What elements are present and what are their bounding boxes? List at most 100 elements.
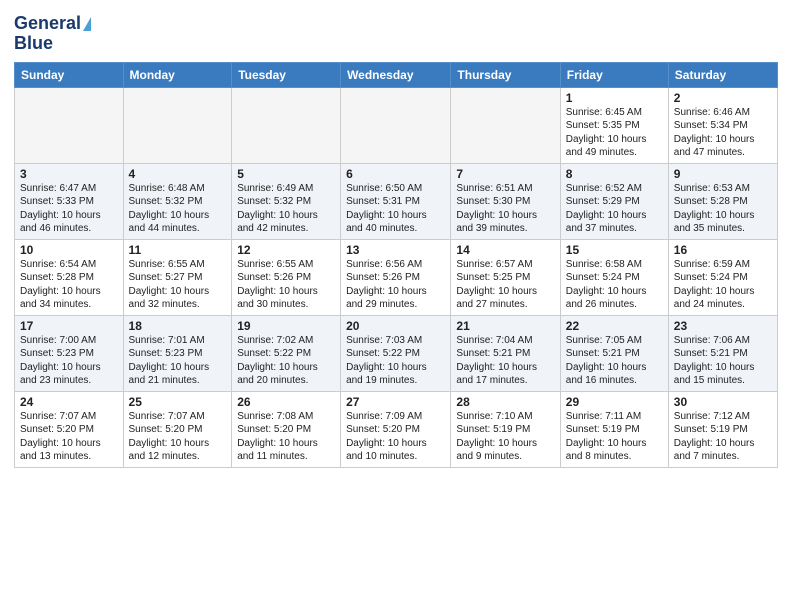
calendar-cell: 23Sunrise: 7:06 AMSunset: 5:21 PMDayligh… xyxy=(668,315,777,391)
day-info: Sunrise: 7:00 AMSunset: 5:23 PMDaylight:… xyxy=(20,334,118,388)
calendar-cell: 6Sunrise: 6:50 AMSunset: 5:31 PMDaylight… xyxy=(341,163,451,239)
day-number: 11 xyxy=(129,243,227,257)
calendar-cell: 11Sunrise: 6:55 AMSunset: 5:27 PMDayligh… xyxy=(123,239,232,315)
calendar-week-row: 17Sunrise: 7:00 AMSunset: 5:23 PMDayligh… xyxy=(15,315,778,391)
day-info: Sunrise: 6:50 AMSunset: 5:31 PMDaylight:… xyxy=(346,182,445,236)
day-number: 20 xyxy=(346,319,445,333)
day-info: Sunrise: 6:48 AMSunset: 5:32 PMDaylight:… xyxy=(129,182,227,236)
calendar-cell xyxy=(451,87,560,163)
calendar-cell xyxy=(232,87,341,163)
logo-text-blue: Blue xyxy=(14,34,53,54)
calendar-cell: 21Sunrise: 7:04 AMSunset: 5:21 PMDayligh… xyxy=(451,315,560,391)
day-number: 17 xyxy=(20,319,118,333)
day-info: Sunrise: 7:01 AMSunset: 5:23 PMDaylight:… xyxy=(129,334,227,388)
weekday-header-tuesday: Tuesday xyxy=(232,62,341,87)
day-number: 4 xyxy=(129,167,227,181)
day-number: 14 xyxy=(456,243,554,257)
logo-text-general: General xyxy=(14,14,81,34)
weekday-header-monday: Monday xyxy=(123,62,232,87)
day-info: Sunrise: 7:07 AMSunset: 5:20 PMDaylight:… xyxy=(20,410,118,464)
header: General Blue xyxy=(14,10,778,54)
day-info: Sunrise: 7:02 AMSunset: 5:22 PMDaylight:… xyxy=(237,334,335,388)
calendar-cell: 10Sunrise: 6:54 AMSunset: 5:28 PMDayligh… xyxy=(15,239,124,315)
day-number: 12 xyxy=(237,243,335,257)
day-number: 10 xyxy=(20,243,118,257)
weekday-header-thursday: Thursday xyxy=(451,62,560,87)
day-number: 13 xyxy=(346,243,445,257)
day-info: Sunrise: 6:55 AMSunset: 5:26 PMDaylight:… xyxy=(237,258,335,312)
day-number: 21 xyxy=(456,319,554,333)
calendar-cell: 15Sunrise: 6:58 AMSunset: 5:24 PMDayligh… xyxy=(560,239,668,315)
day-info: Sunrise: 6:45 AMSunset: 5:35 PMDaylight:… xyxy=(566,106,663,160)
day-number: 9 xyxy=(674,167,772,181)
calendar-cell: 1Sunrise: 6:45 AMSunset: 5:35 PMDaylight… xyxy=(560,87,668,163)
calendar-cell: 29Sunrise: 7:11 AMSunset: 5:19 PMDayligh… xyxy=(560,391,668,467)
day-number: 1 xyxy=(566,91,663,105)
calendar-cell: 4Sunrise: 6:48 AMSunset: 5:32 PMDaylight… xyxy=(123,163,232,239)
calendar-week-row: 10Sunrise: 6:54 AMSunset: 5:28 PMDayligh… xyxy=(15,239,778,315)
day-info: Sunrise: 7:09 AMSunset: 5:20 PMDaylight:… xyxy=(346,410,445,464)
calendar-cell: 16Sunrise: 6:59 AMSunset: 5:24 PMDayligh… xyxy=(668,239,777,315)
day-number: 26 xyxy=(237,395,335,409)
day-number: 7 xyxy=(456,167,554,181)
day-number: 5 xyxy=(237,167,335,181)
day-info: Sunrise: 7:08 AMSunset: 5:20 PMDaylight:… xyxy=(237,410,335,464)
day-info: Sunrise: 6:56 AMSunset: 5:26 PMDaylight:… xyxy=(346,258,445,312)
day-info: Sunrise: 6:58 AMSunset: 5:24 PMDaylight:… xyxy=(566,258,663,312)
calendar-header-row: SundayMondayTuesdayWednesdayThursdayFrid… xyxy=(15,62,778,87)
day-info: Sunrise: 7:10 AMSunset: 5:19 PMDaylight:… xyxy=(456,410,554,464)
calendar-cell: 20Sunrise: 7:03 AMSunset: 5:22 PMDayligh… xyxy=(341,315,451,391)
calendar-cell: 22Sunrise: 7:05 AMSunset: 5:21 PMDayligh… xyxy=(560,315,668,391)
calendar-week-row: 1Sunrise: 6:45 AMSunset: 5:35 PMDaylight… xyxy=(15,87,778,163)
calendar-cell: 19Sunrise: 7:02 AMSunset: 5:22 PMDayligh… xyxy=(232,315,341,391)
calendar-cell: 7Sunrise: 6:51 AMSunset: 5:30 PMDaylight… xyxy=(451,163,560,239)
calendar-cell: 18Sunrise: 7:01 AMSunset: 5:23 PMDayligh… xyxy=(123,315,232,391)
day-info: Sunrise: 6:55 AMSunset: 5:27 PMDaylight:… xyxy=(129,258,227,312)
day-info: Sunrise: 6:52 AMSunset: 5:29 PMDaylight:… xyxy=(566,182,663,236)
calendar-cell xyxy=(15,87,124,163)
day-info: Sunrise: 7:05 AMSunset: 5:21 PMDaylight:… xyxy=(566,334,663,388)
logo-triangle-icon xyxy=(83,17,91,31)
day-number: 29 xyxy=(566,395,663,409)
calendar-cell: 27Sunrise: 7:09 AMSunset: 5:20 PMDayligh… xyxy=(341,391,451,467)
calendar-cell xyxy=(341,87,451,163)
day-info: Sunrise: 6:54 AMSunset: 5:28 PMDaylight:… xyxy=(20,258,118,312)
day-number: 24 xyxy=(20,395,118,409)
weekday-header-saturday: Saturday xyxy=(668,62,777,87)
calendar-cell: 14Sunrise: 6:57 AMSunset: 5:25 PMDayligh… xyxy=(451,239,560,315)
day-info: Sunrise: 6:53 AMSunset: 5:28 PMDaylight:… xyxy=(674,182,772,236)
day-number: 15 xyxy=(566,243,663,257)
day-info: Sunrise: 7:06 AMSunset: 5:21 PMDaylight:… xyxy=(674,334,772,388)
day-number: 8 xyxy=(566,167,663,181)
weekday-header-friday: Friday xyxy=(560,62,668,87)
day-number: 19 xyxy=(237,319,335,333)
day-number: 22 xyxy=(566,319,663,333)
calendar-cell: 26Sunrise: 7:08 AMSunset: 5:20 PMDayligh… xyxy=(232,391,341,467)
day-info: Sunrise: 6:47 AMSunset: 5:33 PMDaylight:… xyxy=(20,182,118,236)
calendar-week-row: 24Sunrise: 7:07 AMSunset: 5:20 PMDayligh… xyxy=(15,391,778,467)
day-info: Sunrise: 7:12 AMSunset: 5:19 PMDaylight:… xyxy=(674,410,772,464)
day-info: Sunrise: 6:57 AMSunset: 5:25 PMDaylight:… xyxy=(456,258,554,312)
day-number: 16 xyxy=(674,243,772,257)
calendar-cell xyxy=(123,87,232,163)
weekday-header-wednesday: Wednesday xyxy=(341,62,451,87)
day-info: Sunrise: 6:59 AMSunset: 5:24 PMDaylight:… xyxy=(674,258,772,312)
day-number: 30 xyxy=(674,395,772,409)
calendar-cell: 8Sunrise: 6:52 AMSunset: 5:29 PMDaylight… xyxy=(560,163,668,239)
calendar-cell: 9Sunrise: 6:53 AMSunset: 5:28 PMDaylight… xyxy=(668,163,777,239)
calendar-cell: 24Sunrise: 7:07 AMSunset: 5:20 PMDayligh… xyxy=(15,391,124,467)
calendar-cell: 2Sunrise: 6:46 AMSunset: 5:34 PMDaylight… xyxy=(668,87,777,163)
calendar-cell: 28Sunrise: 7:10 AMSunset: 5:19 PMDayligh… xyxy=(451,391,560,467)
weekday-header-sunday: Sunday xyxy=(15,62,124,87)
day-info: Sunrise: 6:46 AMSunset: 5:34 PMDaylight:… xyxy=(674,106,772,160)
calendar-cell: 13Sunrise: 6:56 AMSunset: 5:26 PMDayligh… xyxy=(341,239,451,315)
day-info: Sunrise: 6:49 AMSunset: 5:32 PMDaylight:… xyxy=(237,182,335,236)
day-number: 28 xyxy=(456,395,554,409)
day-number: 6 xyxy=(346,167,445,181)
day-number: 25 xyxy=(129,395,227,409)
day-info: Sunrise: 7:07 AMSunset: 5:20 PMDaylight:… xyxy=(129,410,227,464)
day-info: Sunrise: 7:11 AMSunset: 5:19 PMDaylight:… xyxy=(566,410,663,464)
calendar-cell: 12Sunrise: 6:55 AMSunset: 5:26 PMDayligh… xyxy=(232,239,341,315)
calendar-cell: 3Sunrise: 6:47 AMSunset: 5:33 PMDaylight… xyxy=(15,163,124,239)
day-info: Sunrise: 7:04 AMSunset: 5:21 PMDaylight:… xyxy=(456,334,554,388)
